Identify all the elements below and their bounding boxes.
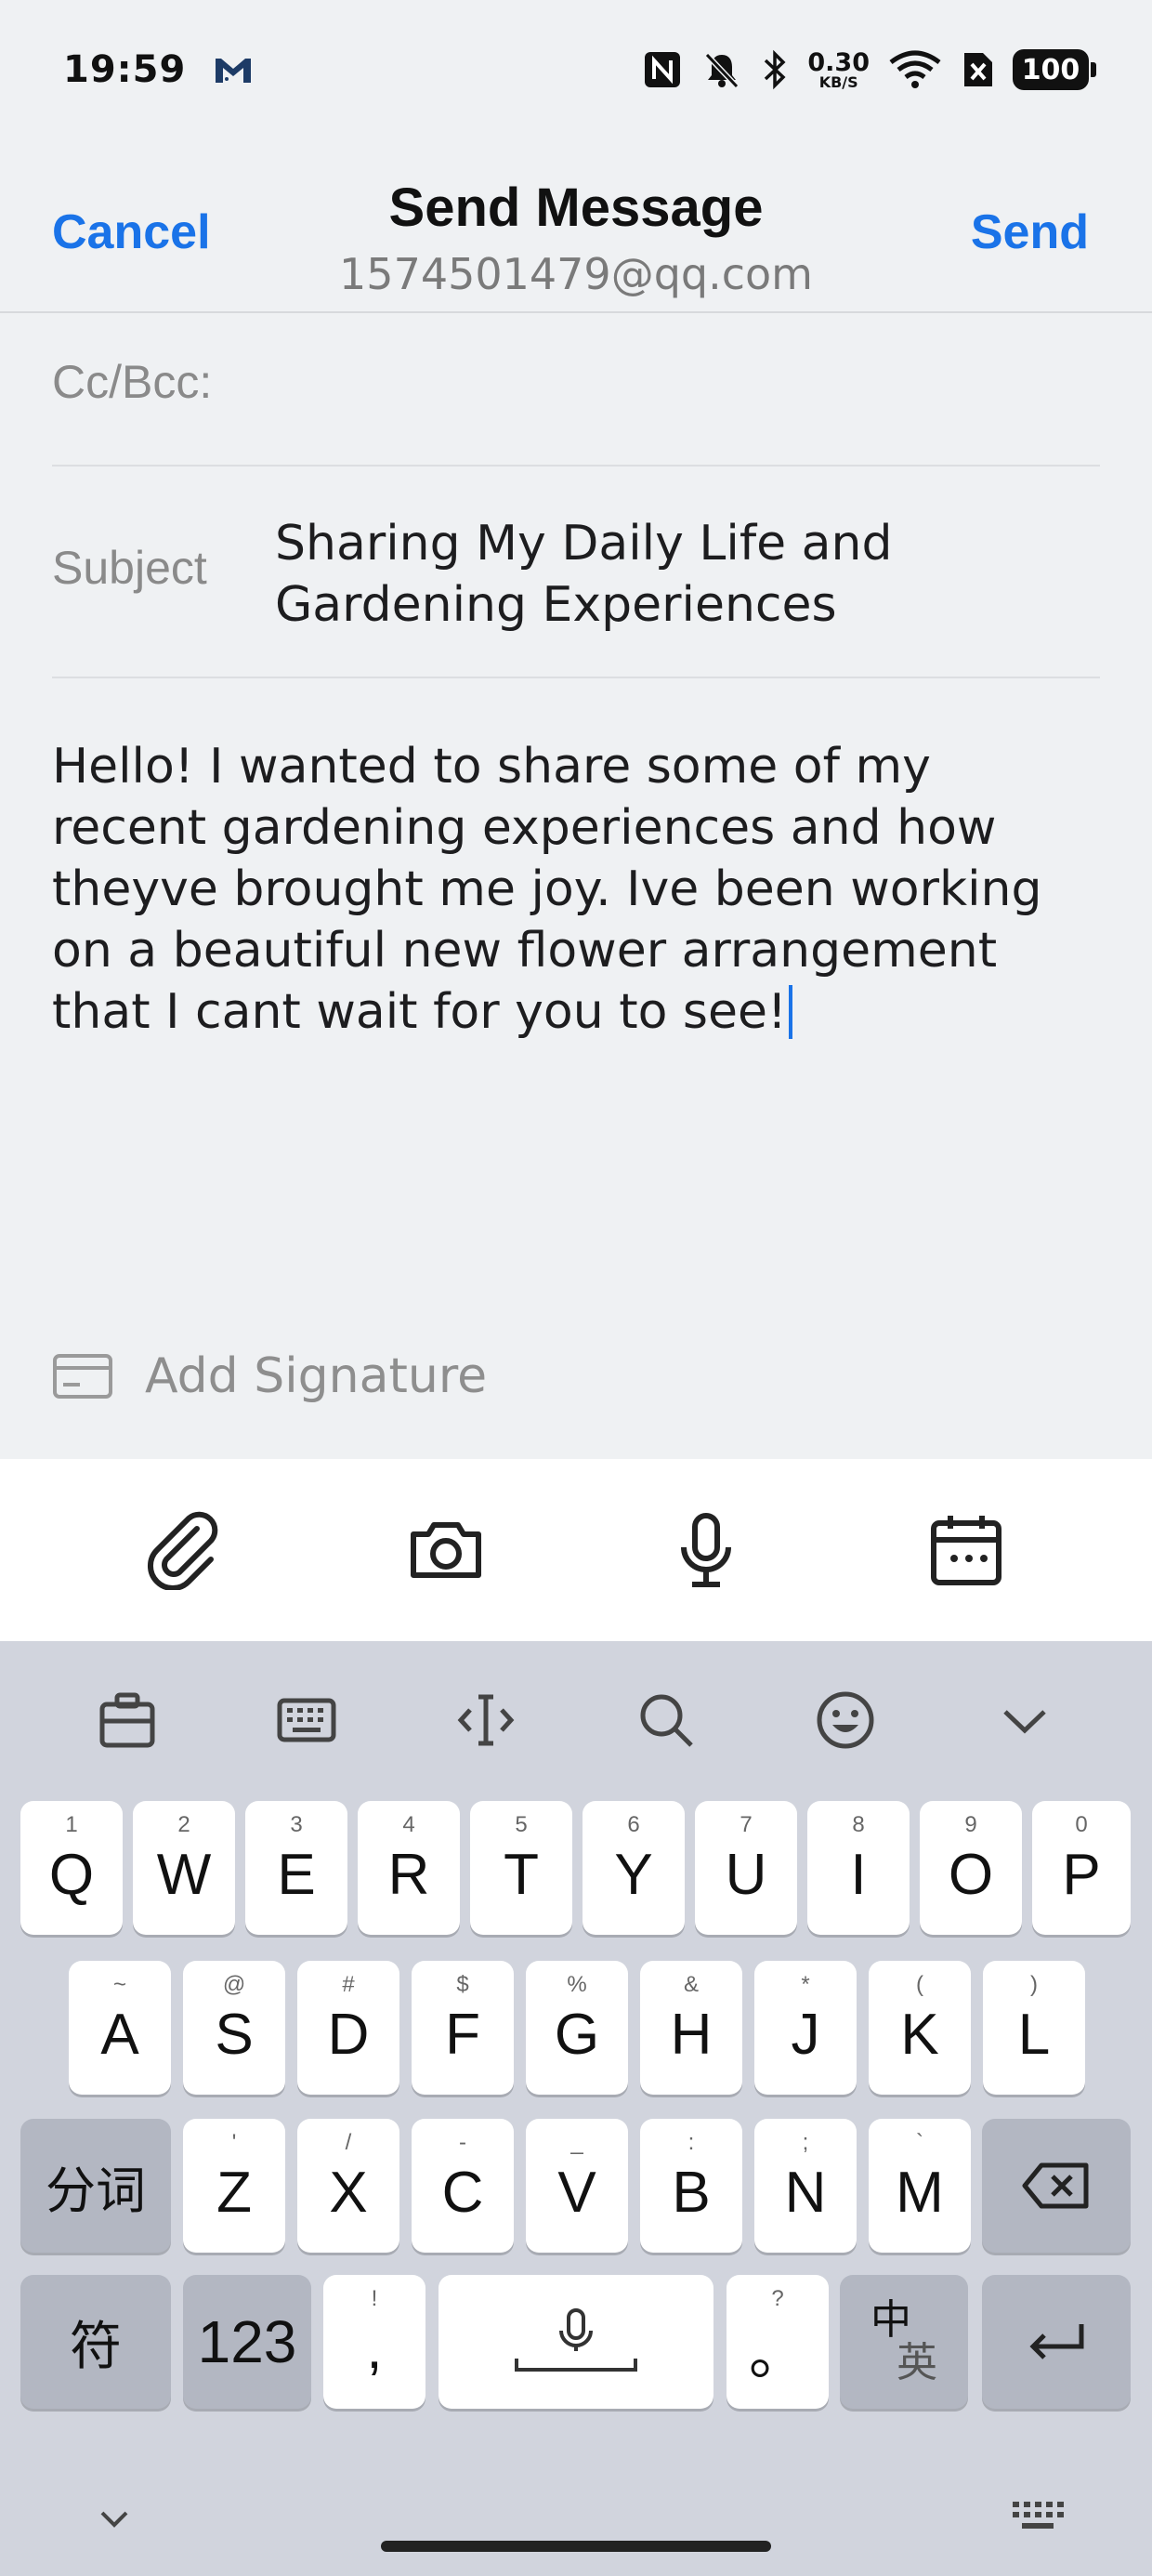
attach-button[interactable] bbox=[130, 1494, 242, 1606]
space-key[interactable] bbox=[439, 2275, 713, 2409]
header-divider bbox=[0, 311, 1152, 313]
message-body-text: Hello! I wanted to share some of my rece… bbox=[52, 739, 1042, 1040]
key-d[interactable]: # D bbox=[297, 1961, 399, 2095]
clipboard-icon bbox=[99, 1692, 155, 1748]
key-z[interactable]: ' Z bbox=[183, 2119, 285, 2253]
home-indicator[interactable] bbox=[381, 2541, 771, 2552]
key-o[interactable]: 9O bbox=[920, 1801, 1022, 1935]
key-v[interactable]: _ V bbox=[526, 2119, 628, 2253]
add-signature-button[interactable]: Add Signature bbox=[52, 1334, 487, 1418]
keyboard-icon bbox=[277, 1698, 336, 1742]
segment-key[interactable]: 分词 bbox=[20, 2119, 171, 2253]
camera-button[interactable] bbox=[390, 1494, 502, 1606]
soft-keyboard: 1Q 2W 3E 4R 5T 6Y 7U 8I 9O 0P ~ A @ S # D $… bbox=[0, 1641, 1152, 2576]
key-n[interactable]: ; N bbox=[754, 2119, 857, 2253]
keyboard-search-button[interactable] bbox=[620, 1674, 713, 1767]
key-q[interactable]: 1Q bbox=[20, 1801, 123, 1935]
signature-label: Add Signature bbox=[145, 1348, 488, 1404]
emoji-icon bbox=[817, 1691, 874, 1749]
paperclip-icon bbox=[147, 1511, 218, 1590]
schedule-button[interactable] bbox=[910, 1494, 1022, 1606]
key-j[interactable]: * J bbox=[754, 1961, 857, 2095]
wifi-icon bbox=[889, 50, 941, 88]
network-speed: 0.30 KB/S bbox=[807, 47, 870, 91]
backspace-key[interactable] bbox=[982, 2119, 1131, 2253]
signature-card-icon bbox=[53, 1354, 112, 1399]
enter-key[interactable] bbox=[982, 2275, 1131, 2409]
key-m[interactable]: ` M bbox=[869, 2119, 971, 2253]
ccbcc-label: Cc/Bcc: bbox=[52, 356, 213, 408]
nfc-icon bbox=[645, 52, 681, 87]
hide-keyboard-icon[interactable] bbox=[93, 2498, 136, 2541]
clipboard-button[interactable] bbox=[81, 1674, 174, 1767]
key-x[interactable]: / X bbox=[297, 2119, 399, 2253]
gmail-icon bbox=[216, 59, 252, 83]
backspace-icon bbox=[1022, 2162, 1089, 2209]
sim-blocked-icon bbox=[964, 53, 992, 86]
enter-icon bbox=[1029, 2324, 1084, 2359]
emoji-button[interactable] bbox=[799, 1674, 892, 1767]
collapse-keyboard-button[interactable] bbox=[978, 1674, 1071, 1767]
subject-row: Subject Sharing My Daily Life and Garden… bbox=[52, 467, 1100, 678]
battery-icon: 100 bbox=[1013, 49, 1096, 90]
key-k[interactable]: (K bbox=[869, 1961, 971, 2095]
key-s[interactable]: @ S bbox=[183, 1961, 285, 2095]
key-r[interactable]: 4R bbox=[358, 1801, 460, 1935]
subject-input[interactable]: Sharing My Daily Life and Gardening Expe… bbox=[275, 513, 1074, 636]
ccbcc-input[interactable] bbox=[275, 344, 1093, 427]
key-t[interactable]: 5T bbox=[470, 1801, 572, 1935]
status-bar: 19:59 0.30 KB/S 100 bbox=[0, 0, 1152, 139]
key-l[interactable]: ) L bbox=[983, 1961, 1085, 2095]
space-mic-icon bbox=[515, 2308, 637, 2372]
key-e[interactable]: 3E bbox=[245, 1801, 347, 1935]
keyboard-layout-button[interactable] bbox=[260, 1674, 353, 1767]
numeric-key[interactable]: 123 bbox=[183, 2275, 311, 2409]
key-f[interactable]: $ F bbox=[412, 1961, 514, 2095]
keyboard-toolbar bbox=[0, 1641, 1152, 1799]
period-key[interactable]: ?。 bbox=[727, 2275, 829, 2409]
key-w[interactable]: 2W bbox=[133, 1801, 235, 1935]
status-time: 19:59 bbox=[63, 48, 187, 91]
language-switch-key[interactable]: 中 英 bbox=[840, 2275, 968, 2409]
mute-icon bbox=[705, 52, 740, 89]
key-p[interactable]: 0P bbox=[1032, 1801, 1131, 1935]
key-h[interactable]: & H bbox=[640, 1961, 742, 2095]
subject-label: Subject bbox=[52, 542, 207, 594]
key-a[interactable]: ~ A bbox=[69, 1961, 171, 2095]
key-g[interactable]: % G bbox=[526, 1961, 628, 2095]
comma-key[interactable]: !, bbox=[323, 2275, 425, 2409]
key-y[interactable]: 6Y bbox=[583, 1801, 685, 1935]
camera-icon bbox=[411, 1522, 481, 1578]
microphone-icon bbox=[681, 1513, 731, 1587]
calendar-icon bbox=[931, 1516, 1001, 1585]
key-b[interactable]: :B bbox=[640, 2119, 742, 2253]
bluetooth-icon bbox=[765, 49, 786, 90]
text-cursor-icon bbox=[457, 1694, 515, 1746]
search-icon bbox=[640, 1694, 693, 1747]
message-body-input[interactable]: Hello! I wanted to share some of my rece… bbox=[52, 736, 1100, 1043]
text-cursor bbox=[788, 985, 792, 1039]
keyboard-switch-icon[interactable] bbox=[1011, 2498, 1065, 2535]
key-c[interactable]: -C bbox=[412, 2119, 514, 2253]
ccbcc-row: Cc/Bcc: bbox=[52, 316, 1100, 467]
compose-header: Cancel Send Message 1574501479@qq.com Se… bbox=[0, 158, 1152, 311]
chevron-down-icon bbox=[1003, 1710, 1047, 1734]
key-i[interactable]: 8I bbox=[807, 1801, 910, 1935]
symbol-key[interactable]: 符 bbox=[20, 2275, 171, 2409]
send-button[interactable]: Send bbox=[971, 204, 1089, 260]
voice-input-button[interactable] bbox=[650, 1494, 762, 1606]
key-u[interactable]: 7U bbox=[695, 1801, 797, 1935]
keyboard-bottom-bar bbox=[0, 2461, 1152, 2576]
compose-toolbar bbox=[0, 1459, 1152, 1641]
cursor-move-button[interactable] bbox=[439, 1674, 532, 1767]
